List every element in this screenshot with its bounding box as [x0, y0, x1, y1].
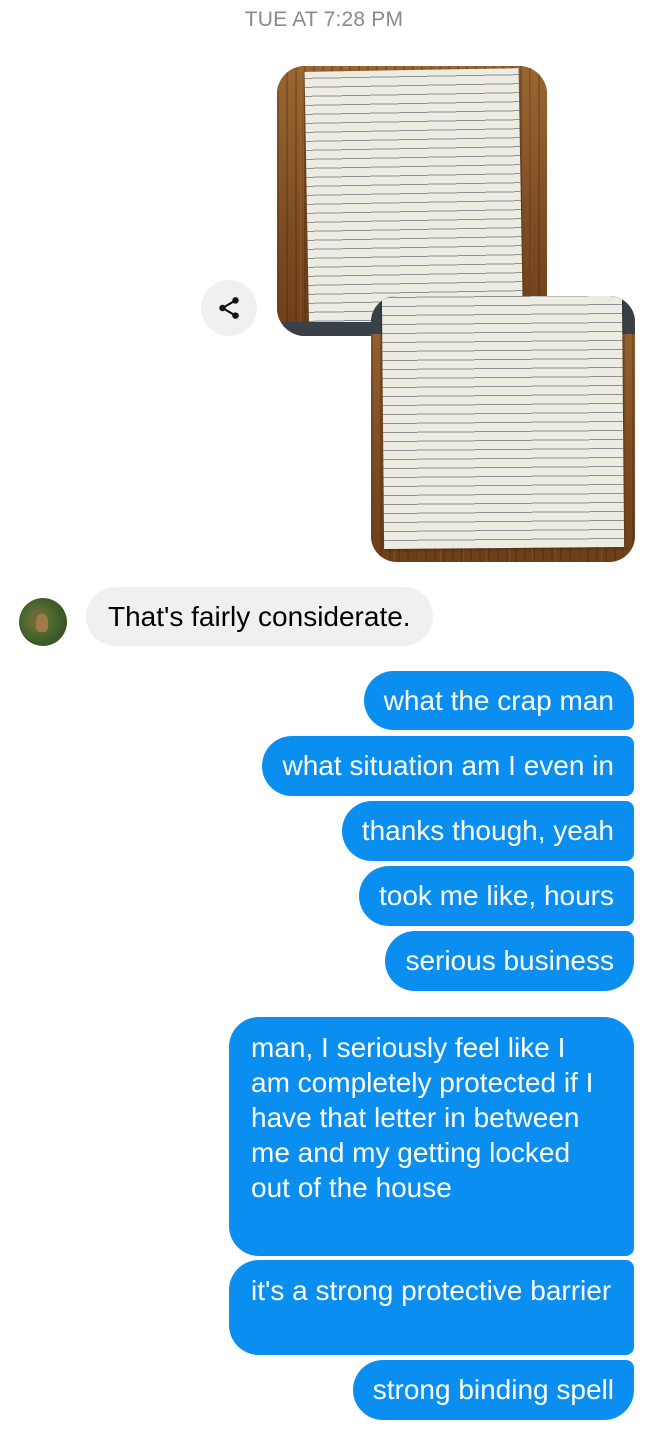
- incoming-message[interactable]: That's fairly considerate.: [86, 587, 433, 646]
- avatar[interactable]: [19, 598, 67, 646]
- outgoing-message[interactable]: what situation am I even in: [262, 736, 634, 796]
- timestamp: TUE AT 7:28 PM: [244, 8, 404, 31]
- outgoing-message[interactable]: serious business: [385, 931, 634, 991]
- letter-photo-2[interactable]: [371, 296, 635, 562]
- outgoing-message[interactable]: man, I seriously feel like I am complete…: [229, 1017, 634, 1256]
- outgoing-message[interactable]: what the crap man: [363, 671, 634, 730]
- outgoing-message[interactable]: it's a strong protective barrier: [229, 1260, 634, 1355]
- share-button[interactable]: [201, 280, 257, 336]
- outgoing-message[interactable]: took me like, hours: [359, 866, 634, 926]
- share-icon: [219, 297, 239, 319]
- outgoing-message[interactable]: strong binding spell: [352, 1360, 634, 1420]
- outgoing-message[interactable]: thanks though, yeah: [341, 801, 634, 861]
